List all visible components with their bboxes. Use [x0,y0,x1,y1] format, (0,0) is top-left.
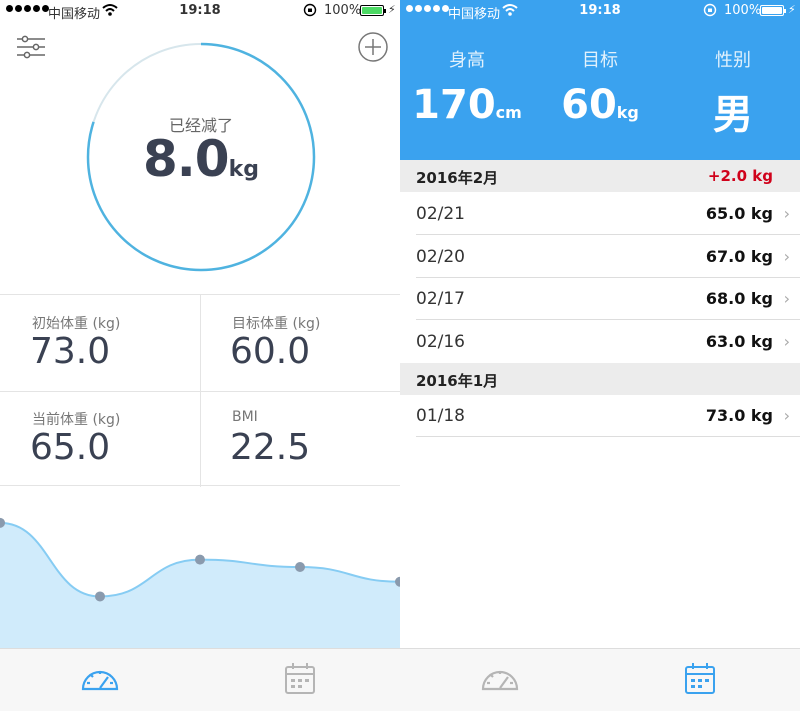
list-item[interactable]: 01/18 73.0 kg › [400,394,800,437]
stats-grid: 初始体重 (kg) 73.0 目标体重 (kg) 60.0 当前体重 (kg) … [0,294,400,487]
lost-weight-value: 8.0kg [86,130,316,188]
stat-value: 60.0 [230,331,311,372]
target-value: 60 [561,82,617,128]
charging-icon: ⚡ [388,3,396,16]
battery-percent: 100% [724,3,762,18]
chevron-right-icon: › [783,204,790,223]
entry-date: 02/21 [416,204,465,224]
entry-weight: 63.0 kg [705,332,773,351]
entry-date: 02/17 [416,289,465,309]
entry-weight: 67.0 kg [705,247,773,266]
height-value: 170 [412,82,496,128]
gender-label: 性别 [715,50,751,71]
month-title: 2016年2月 [416,169,499,187]
tab-bar [0,648,400,711]
battery-percent: 100% [324,3,362,18]
calendar-icon [285,663,315,694]
height-label: 身高 [449,50,485,71]
target-weight-stat: 目标体重 (kg) 60.0 [200,295,400,391]
entry-date: 02/20 [416,247,465,267]
list-item[interactable]: 02/17 68.0 kg › [400,277,800,320]
speedometer-icon [481,670,519,691]
list-item[interactable]: 02/16 63.0 kg › [400,320,800,363]
current-weight-stat: 当前体重 (kg) 65.0 [0,391,200,487]
tab-history[interactable] [680,661,720,697]
charging-icon: ⚡ [788,3,796,16]
height-block[interactable]: 身高 170cm [400,46,534,128]
tab-dashboard[interactable] [480,661,520,697]
lost-weight-unit: kg [228,157,259,182]
list-item[interactable]: 02/20 67.0 kg › [400,235,800,278]
chevron-right-icon: › [783,289,790,308]
stat-label: BMI [232,409,258,425]
month-title: 2016年1月 [416,372,499,390]
entry-date: 02/16 [416,332,465,352]
stat-label: 当前体重 (kg) [32,412,121,428]
target-block[interactable]: 目标 60kg [533,46,667,128]
month-section-header: 2016年2月 +2.0 kg [400,160,800,192]
month-delta: +2.0 kg [707,167,773,185]
chevron-right-icon: › [783,406,790,425]
history-screen: 中国移动 19:18 100% ⚡ 身高 170cm 目标 60kg 性别 男 … [400,0,800,711]
calendar-icon [685,663,715,694]
chevron-right-icon: › [783,247,790,266]
rotation-lock-icon [303,3,317,17]
gender-value: 男 [713,92,753,138]
entry-weight: 73.0 kg [705,406,773,425]
add-record-button[interactable] [358,32,388,62]
battery-icon [360,5,386,16]
battery-icon [760,5,786,16]
stat-label: 目标体重 (kg) [232,316,321,332]
entry-weight: 68.0 kg [705,289,773,308]
chart-point-02/20[interactable] [295,562,305,572]
speedometer-icon [81,670,119,691]
list-item[interactable]: 02/21 65.0 kg › [400,192,800,235]
chart-area [0,522,400,648]
month-section-header: 2016年1月 [400,363,800,395]
stat-value: 65.0 [30,427,111,468]
chart-point-02/16[interactable] [95,591,105,602]
tab-history[interactable] [280,661,320,697]
lost-weight-number: 8.0 [143,130,230,188]
profile-header: 中国移动 19:18 100% ⚡ 身高 170cm 目标 60kg 性别 男 [400,0,800,160]
target-label: 目标 [582,50,618,71]
settings-sliders-icon[interactable] [16,32,46,62]
dashboard-screen: 中国移动 19:18 100% ⚡ 已经减了 8.0kg 初始体重 (kg) 7… [0,0,400,711]
target-unit: kg [616,103,639,122]
status-bar: 中国移动 19:18 100% ⚡ [400,0,800,22]
stat-value: 22.5 [230,427,311,468]
rotation-lock-icon [703,3,717,17]
initial-weight-stat: 初始体重 (kg) 73.0 [0,295,200,391]
entry-weight: 65.0 kg [705,204,773,223]
tab-dashboard[interactable] [80,661,120,697]
gender-block[interactable]: 性别 男 [666,46,800,140]
stat-label: 初始体重 (kg) [32,316,121,332]
weight-trend-chart [0,517,400,648]
entry-date: 01/18 [416,406,465,426]
stat-value: 73.0 [30,331,111,372]
chevron-right-icon: › [783,332,790,351]
tab-bar [400,648,800,711]
status-bar: 中国移动 19:18 100% ⚡ [0,0,400,22]
chart-point-02/17[interactable] [195,554,205,565]
height-unit: cm [495,103,522,122]
bmi-stat: BMI 22.5 [200,391,400,487]
